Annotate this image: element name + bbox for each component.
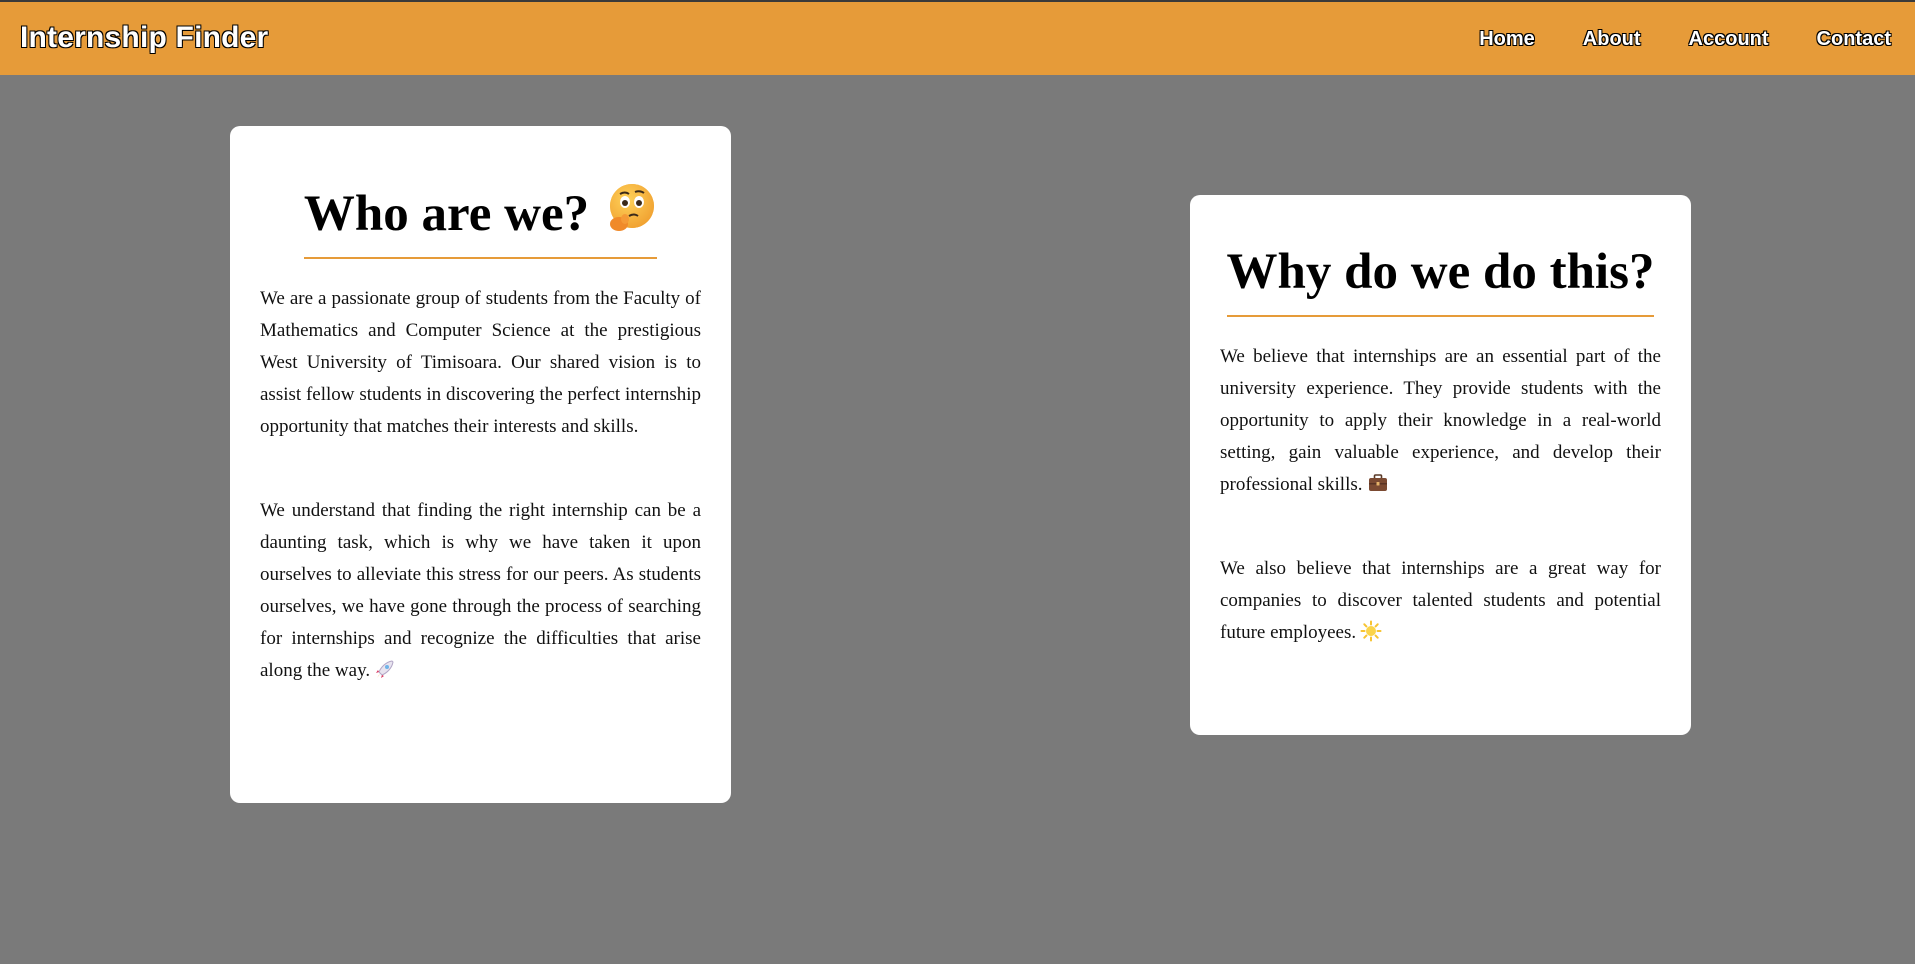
- who-are-we-heading: Who are we?: [303, 182, 658, 259]
- sun-icon: [1360, 620, 1382, 642]
- nav-link-home[interactable]: Home: [1479, 28, 1535, 51]
- nav-link-account[interactable]: Account: [1689, 28, 1769, 51]
- who-paragraph-2-text: We understand that finding the right int…: [260, 500, 701, 681]
- who-paragraph-2: We understand that finding the right int…: [260, 495, 701, 687]
- briefcase-icon: [1368, 474, 1387, 491]
- top-navbar: Internship Finder Home About Account Con…: [0, 0, 1915, 75]
- why-paragraph-2-text: We also believe that internships are a g…: [1220, 558, 1661, 643]
- brand-title[interactable]: Internship Finder: [20, 21, 268, 55]
- who-paragraph-1: We are a passionate group of students fr…: [260, 288, 701, 437]
- nav-link-contact[interactable]: Contact: [1817, 28, 1891, 51]
- nav-link-about[interactable]: About: [1583, 28, 1641, 51]
- why-do-we-card: Why do we do this? We believe that inter…: [1190, 195, 1691, 735]
- why-do-we-heading: Why do we do this?: [1226, 243, 1655, 317]
- thinking-face-icon: [610, 184, 655, 231]
- why-paragraph-2: We also believe that internships are a g…: [1220, 553, 1661, 649]
- why-paragraph-1: We believe that internships are an essen…: [1220, 341, 1661, 501]
- nav-links: Home About Account Contact: [1479, 28, 1891, 51]
- who-are-we-card: Who are we? We are a passionate group of…: [230, 126, 731, 803]
- who-are-we-title: Who are we?: [303, 186, 590, 242]
- rocket-icon: [376, 660, 394, 678]
- why-paragraph-1-text: We believe that internships are an essen…: [1220, 346, 1661, 495]
